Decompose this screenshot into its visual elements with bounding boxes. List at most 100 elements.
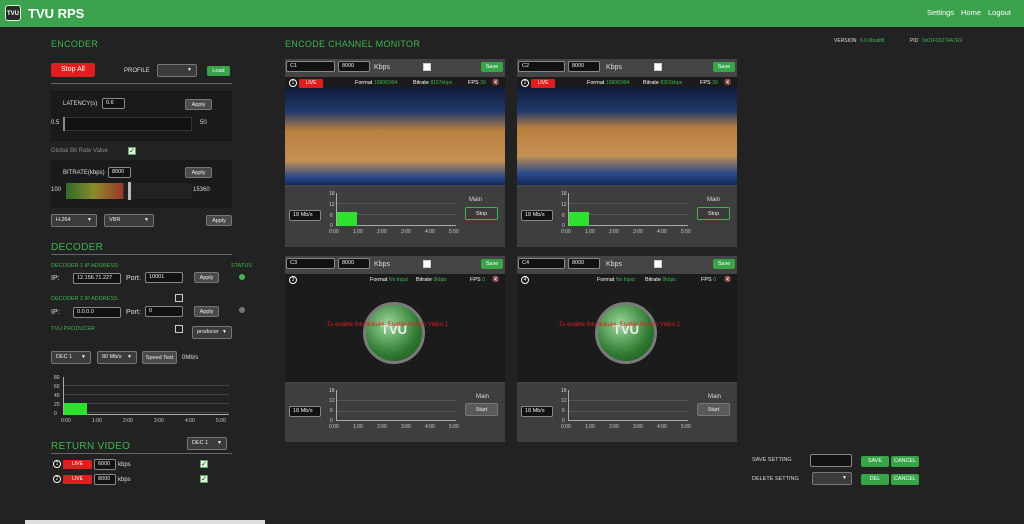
mute-icon[interactable]: 🔇	[492, 79, 499, 86]
start-button[interactable]: Start	[697, 403, 730, 416]
x-tick: 1:00	[585, 229, 595, 235]
fps-info: FPS 30	[468, 80, 486, 86]
nav-home[interactable]: Home	[961, 8, 981, 17]
x-tick: 1:00	[585, 424, 595, 430]
chart-plot-area	[63, 377, 229, 415]
decoder1-port-input[interactable]: 10001	[145, 272, 183, 283]
return-dec-select[interactable]: DEC 1 ▼	[187, 437, 227, 450]
mute-icon[interactable]: 🔇	[724, 276, 731, 283]
return-video-checkbox[interactable]: ✓	[200, 460, 208, 468]
decoder1-apply-button[interactable]: Apply	[194, 272, 219, 283]
speed-test-button[interactable]: Speed Test	[142, 351, 177, 364]
stop-button[interactable]: Stop	[697, 207, 730, 220]
save-cancel-button[interactable]: CANCEL	[891, 456, 919, 467]
producer-checkbox[interactable]	[175, 325, 183, 333]
decoder2-status-dot	[239, 307, 245, 313]
top-bar	[0, 0, 1024, 27]
channel-card-c2: C2 8000 Kbps Save 2 LIVE Format 1080i599…	[517, 59, 737, 247]
bitrate-value: 8301kbps	[660, 80, 683, 86]
channel-number: 2	[521, 79, 529, 87]
channel-bitrate-input[interactable]: 8000	[568, 61, 600, 72]
delete-button[interactable]: DEL	[861, 474, 889, 485]
save-setting-input[interactable]	[810, 454, 852, 467]
latency-max: 50	[200, 120, 207, 126]
decoder2-ip-input[interactable]: 0.0.0.0	[73, 307, 121, 318]
channel-chart: 18 Mb/s 18 12 6 0 0:00 1:00 2:00 3:00 4:…	[517, 384, 737, 442]
stop-all-button[interactable]: Stop All	[51, 63, 95, 77]
codec-select[interactable]: H.264 ▼	[51, 214, 97, 227]
nav-logout[interactable]: Logout	[988, 8, 1011, 17]
main-label: Main	[708, 394, 722, 400]
bitrate-label: Bitrate	[643, 80, 659, 86]
stop-button[interactable]: Stop	[465, 207, 498, 220]
load-button[interactable]: Load	[207, 66, 230, 76]
speed-select[interactable]: 80 Mb/s ▼	[97, 351, 137, 364]
decoder1-ip-label: IP:	[51, 275, 60, 282]
delete-setting-select[interactable]: ▼	[812, 472, 852, 485]
producer-select[interactable]: producer ▼	[192, 326, 232, 339]
save-button[interactable]: SAVE	[861, 456, 889, 467]
global-bitrate-checkbox[interactable]: ✓	[128, 147, 136, 155]
decoder2-checkbox[interactable]	[175, 294, 183, 302]
channel-chart: 18 Mb/s 18 12 6 0 0:00 1:00 2:00 3:00 4:…	[285, 384, 505, 442]
main-label: Main	[707, 197, 721, 203]
return-kbps-input[interactable]: 6000	[94, 459, 116, 470]
speed-select[interactable]: 18 Mb/s	[521, 210, 553, 221]
x-tick: 4:00	[425, 424, 435, 430]
channel-checkbox[interactable]	[423, 260, 431, 268]
channel-bitrate-input[interactable]: 8000	[338, 61, 370, 72]
speed-select[interactable]: 18 Mb/s	[521, 406, 553, 417]
decoder2-apply-button[interactable]: Apply	[194, 306, 219, 317]
bitrate-apply-button[interactable]: Apply	[185, 167, 212, 178]
delete-setting-label: DELETE SETTING	[752, 476, 799, 482]
latency-slider-handle[interactable]	[63, 117, 65, 131]
profile-select[interactable]: ▼	[157, 64, 197, 77]
x-tick: 5:00	[681, 424, 691, 430]
decoder1-label: DECODER 1 IP ADDRESS:	[51, 263, 120, 269]
latency-slider[interactable]	[63, 117, 192, 131]
bitrate-input[interactable]: 8000	[108, 167, 131, 178]
dec-select[interactable]: DEC 1 ▼	[51, 351, 91, 364]
channel-save-button[interactable]: Save	[481, 62, 503, 72]
app-title: TVU RPS	[28, 6, 85, 21]
channel-save-button[interactable]: Save	[481, 259, 503, 269]
delete-cancel-button[interactable]: CANCEL	[891, 474, 919, 485]
codec-apply-button[interactable]: Apply	[206, 215, 232, 226]
bitrate-label: Bitrate	[416, 277, 432, 283]
channel-save-button[interactable]: Save	[713, 259, 735, 269]
channel-bitrate-input[interactable]: 8000	[568, 258, 600, 269]
chart-plot-area	[568, 390, 688, 421]
return-kbps-input[interactable]: 8000	[94, 474, 116, 485]
x-tick: 3:00	[401, 424, 411, 430]
rate-mode-select[interactable]: VBR ▼	[104, 214, 154, 227]
latency-input[interactable]: 0.6	[102, 98, 125, 109]
bitrate-slider-handle[interactable]	[128, 182, 131, 200]
nav-settings[interactable]: Settings	[927, 8, 954, 17]
channel-name-input[interactable]: C4	[518, 258, 565, 269]
fps-label: FPS	[470, 277, 481, 283]
start-button[interactable]: Start	[465, 403, 498, 416]
speed-select[interactable]: 18 Mb/s	[289, 210, 321, 221]
decoder1-ip-input[interactable]: 12.156.71.227	[73, 273, 121, 284]
channel-bitrate-input[interactable]: 8000	[338, 258, 370, 269]
speed-select[interactable]: 18 Mb/s	[289, 406, 321, 417]
mute-icon[interactable]: 🔇	[724, 79, 731, 86]
chevron-down-icon: ▼	[81, 354, 86, 360]
latency-apply-button[interactable]: Apply	[185, 99, 212, 110]
decoder2-port-input[interactable]: 0	[145, 306, 183, 317]
channel-name-input[interactable]: C1	[286, 61, 335, 72]
channel-save-button[interactable]: Save	[713, 62, 735, 72]
channel-checkbox[interactable]	[654, 63, 662, 71]
channel-name-input[interactable]: C3	[286, 258, 335, 269]
chevron-down-icon: ▼	[127, 354, 132, 360]
mute-icon[interactable]: 🔇	[492, 276, 499, 283]
dec-value: DEC 1	[56, 354, 73, 360]
global-bitrate-label: Global Bit Rate Value	[51, 148, 108, 154]
return-video-checkbox[interactable]: ✓	[200, 475, 208, 483]
format-label: Format	[355, 80, 373, 86]
bottom-scrollbar[interactable]	[25, 520, 265, 524]
format-info: Format No Input	[370, 277, 408, 283]
channel-checkbox[interactable]	[654, 260, 662, 268]
channel-checkbox[interactable]	[423, 63, 431, 71]
channel-name-input[interactable]: C2	[518, 61, 565, 72]
